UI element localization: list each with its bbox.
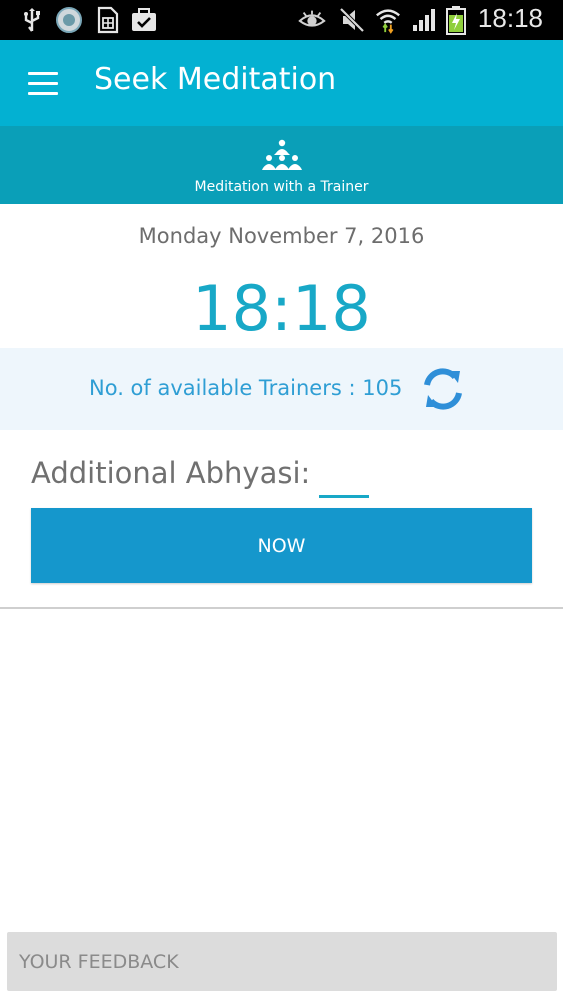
status-bar: 18:18 [0, 0, 563, 40]
divider [0, 607, 563, 609]
eye-icon [298, 6, 326, 34]
meditation-mode-tab[interactable]: Meditation with a Trainer [0, 126, 563, 204]
refresh-icon[interactable] [416, 362, 470, 416]
status-time: 18:18 [477, 3, 543, 33]
additional-abhyasi-label: Additional Abhyasi: [31, 456, 311, 490]
page-title: Seek Meditation [94, 62, 337, 97]
group-meditation-icon [262, 139, 302, 170]
now-button[interactable]: NOW [31, 508, 532, 583]
available-trainers-count: No. of available Trainers : 105 [89, 376, 403, 400]
sim-card-icon [94, 6, 122, 34]
feedback-button[interactable]: YOUR FEEDBACK [7, 932, 557, 991]
signal-icon [410, 6, 438, 34]
trainers-panel: No. of available Trainers : 105 [0, 348, 563, 430]
app-circle-icon [55, 6, 83, 34]
current-date: Monday November 7, 2016 [138, 224, 425, 248]
hamburger-menu-icon[interactable] [22, 64, 66, 102]
mute-icon [338, 6, 366, 34]
current-time: 18:18 [192, 272, 371, 345]
usb-icon [18, 6, 46, 34]
battery-icon [442, 6, 470, 35]
wifi-icon [374, 6, 402, 34]
additional-abhyasi-input[interactable] [319, 470, 369, 498]
task-icon [130, 6, 158, 34]
mode-label: Meditation with a Trainer [194, 179, 369, 195]
app-bar: Seek Meditation [0, 40, 563, 126]
